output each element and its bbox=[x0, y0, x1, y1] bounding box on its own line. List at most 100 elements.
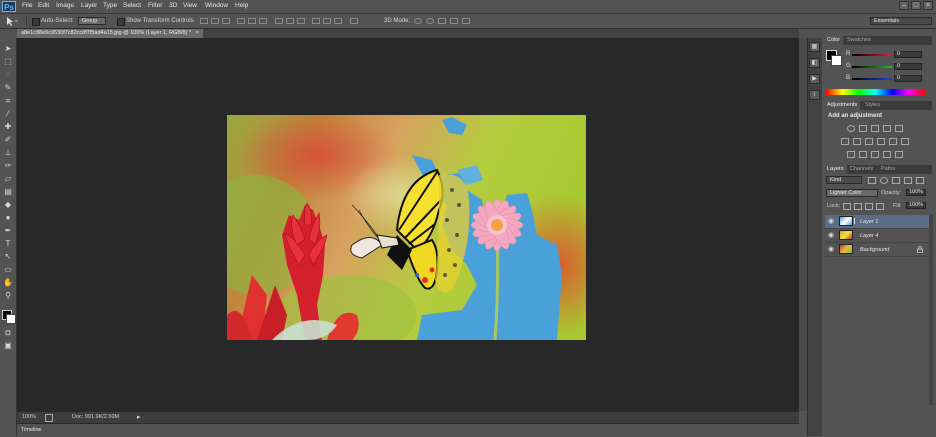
blue-slider[interactable] bbox=[852, 78, 892, 80]
menu-window[interactable]: Window bbox=[205, 2, 228, 9]
align-top-icon[interactable] bbox=[200, 18, 208, 24]
document-tab[interactable]: a8e1c88e9c0530f7c82cc8f7f5ad4a15.jpg @ 1… bbox=[17, 29, 203, 38]
color-lookup-icon[interactable] bbox=[901, 138, 909, 145]
hue-saturation-icon[interactable] bbox=[841, 138, 849, 145]
exposure-icon[interactable] bbox=[883, 125, 891, 132]
align-vcenter-icon[interactable] bbox=[211, 18, 219, 24]
tab-swatches[interactable]: Swatches bbox=[844, 36, 874, 45]
layer-name[interactable]: Background bbox=[860, 247, 889, 253]
green-value[interactable]: 0 bbox=[894, 63, 922, 70]
document-tab-close-icon[interactable]: × bbox=[196, 30, 199, 36]
align-right-icon[interactable] bbox=[259, 18, 267, 24]
menu-layer[interactable]: Layer bbox=[81, 2, 97, 9]
invert-icon[interactable] bbox=[847, 151, 855, 158]
auto-select-dropdown[interactable]: Group bbox=[78, 17, 106, 25]
menu-image[interactable]: Image bbox=[56, 2, 74, 9]
status-options-icon[interactable] bbox=[45, 414, 53, 422]
menu-filter[interactable]: Filter bbox=[148, 2, 162, 9]
layer-row-layer-1[interactable]: ◉ Layer 1 bbox=[825, 215, 929, 229]
distribute-bottom-icon[interactable] bbox=[297, 18, 305, 24]
vertical-scrollbar[interactable] bbox=[799, 38, 807, 411]
timeline-tab[interactable]: Timeline bbox=[21, 427, 42, 433]
layers-scrollbar[interactable] bbox=[929, 215, 933, 405]
type-tool-icon[interactable]: T bbox=[3, 239, 13, 248]
green-slider[interactable] bbox=[852, 66, 892, 68]
opacity-value[interactable]: 100% bbox=[906, 189, 926, 196]
align-bottom-icon[interactable] bbox=[222, 18, 230, 24]
distribute-vcenter-icon[interactable] bbox=[286, 18, 294, 24]
3d-roll-icon[interactable] bbox=[426, 18, 434, 24]
layer-filter-kind[interactable]: Kind bbox=[826, 176, 862, 184]
move-tool-icon[interactable] bbox=[5, 16, 19, 26]
actions-panel-icon[interactable]: ▶ bbox=[809, 74, 820, 84]
menu-select[interactable]: Select bbox=[123, 2, 141, 9]
vibrance-icon[interactable] bbox=[895, 125, 903, 132]
hand-tool-icon[interactable]: ✋ bbox=[3, 278, 13, 287]
pen-tool-icon[interactable]: ✒ bbox=[3, 226, 13, 235]
auto-select-checkbox[interactable] bbox=[32, 18, 40, 26]
clone-stamp-tool-icon[interactable]: ⊥ bbox=[3, 148, 13, 157]
workspace-dropdown[interactable]: Essentials bbox=[870, 17, 932, 25]
menu-3d[interactable]: 3D bbox=[169, 2, 177, 9]
document-canvas-image[interactable] bbox=[227, 115, 586, 340]
posterize-icon[interactable] bbox=[859, 151, 867, 158]
lasso-tool-icon[interactable]: ◌ bbox=[3, 70, 13, 79]
blend-mode-dropdown[interactable]: Lighter Color bbox=[826, 189, 878, 197]
minimize-button[interactable]: – bbox=[899, 1, 909, 10]
levels-icon[interactable] bbox=[859, 125, 867, 132]
show-transform-checkbox[interactable] bbox=[117, 18, 125, 26]
quick-select-tool-icon[interactable]: ✎ bbox=[3, 83, 13, 92]
eye-icon[interactable]: ◉ bbox=[828, 232, 835, 239]
distribute-hcenter-icon[interactable] bbox=[323, 18, 331, 24]
fill-value[interactable]: 100% bbox=[906, 202, 926, 209]
history-panel-icon[interactable]: ▦ bbox=[809, 42, 820, 52]
blur-tool-icon[interactable]: ◆ bbox=[3, 200, 13, 209]
align-left-icon[interactable] bbox=[237, 18, 245, 24]
menu-help[interactable]: Help bbox=[235, 2, 248, 9]
menu-edit[interactable]: Edit bbox=[38, 2, 49, 9]
tab-styles[interactable]: Styles bbox=[862, 101, 883, 110]
filter-type-icon[interactable] bbox=[892, 177, 900, 184]
layer-name[interactable]: Layer 4 bbox=[860, 233, 878, 239]
background-color-swatch[interactable] bbox=[6, 314, 16, 324]
marquee-tool-icon[interactable]: ⬚ bbox=[3, 57, 13, 66]
tab-color[interactable]: Color bbox=[824, 36, 844, 45]
crop-tool-icon[interactable]: ⌗ bbox=[3, 96, 13, 105]
curves-icon[interactable] bbox=[871, 125, 879, 132]
filter-shape-icon[interactable] bbox=[904, 177, 912, 184]
brightness-icon[interactable] bbox=[847, 125, 855, 132]
red-slider[interactable] bbox=[852, 54, 892, 56]
eye-icon[interactable]: ◉ bbox=[828, 246, 835, 253]
tab-paths[interactable]: Paths bbox=[878, 165, 898, 174]
layer-row-background[interactable]: ◉ Background bbox=[825, 243, 929, 257]
layer-name[interactable]: Layer 1 bbox=[860, 219, 878, 225]
threshold-icon[interactable] bbox=[871, 151, 879, 158]
photo-filter-icon[interactable] bbox=[877, 138, 885, 145]
menu-type[interactable]: Type bbox=[103, 2, 117, 9]
3d-rotate-icon[interactable] bbox=[414, 18, 422, 24]
eyedropper-tool-icon[interactable]: ⁄ bbox=[3, 109, 13, 118]
lock-all-icon[interactable] bbox=[876, 203, 884, 210]
color-spectrum-ramp[interactable] bbox=[826, 89, 925, 95]
selective-color-icon[interactable] bbox=[895, 151, 903, 158]
filter-smart-object-icon[interactable] bbox=[916, 177, 924, 184]
properties-panel-icon[interactable]: ◧ bbox=[809, 58, 820, 68]
gradient-tool-icon[interactable]: ▤ bbox=[3, 187, 13, 196]
lock-transparency-icon[interactable] bbox=[843, 203, 851, 210]
info-panel-icon[interactable]: i bbox=[809, 90, 820, 100]
distribute-top-icon[interactable] bbox=[275, 18, 283, 24]
3d-pan-icon[interactable] bbox=[438, 18, 446, 24]
healing-brush-tool-icon[interactable]: ✚ bbox=[3, 122, 13, 131]
menu-file[interactable]: File bbox=[22, 2, 32, 9]
layer-row-layer-4[interactable]: ◉ Layer 4 bbox=[825, 229, 929, 243]
background-swatch[interactable] bbox=[831, 55, 842, 66]
eraser-tool-icon[interactable]: ▱ bbox=[3, 174, 13, 183]
history-brush-tool-icon[interactable]: ✑ bbox=[3, 161, 13, 170]
rectangle-tool-icon[interactable]: ▭ bbox=[3, 265, 13, 274]
3d-scale-icon[interactable] bbox=[462, 18, 470, 24]
filter-adjustment-icon[interactable] bbox=[880, 177, 888, 184]
distribute-left-icon[interactable] bbox=[312, 18, 320, 24]
filter-pixel-icon[interactable] bbox=[868, 177, 876, 184]
brush-tool-icon[interactable]: ✐ bbox=[3, 135, 13, 144]
channel-mixer-icon[interactable] bbox=[889, 138, 897, 145]
